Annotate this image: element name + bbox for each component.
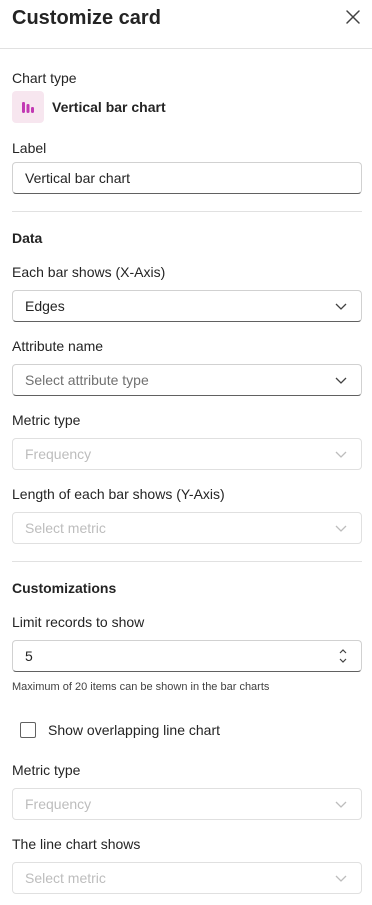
metric-type-value: Frequency <box>25 446 92 462</box>
spin-buttons[interactable] <box>337 642 349 670</box>
chevron-down-icon <box>335 525 347 532</box>
chevron-down-icon[interactable] <box>338 656 348 666</box>
metric-type-dropdown[interactable]: Frequency <box>12 438 362 470</box>
chart-type-label: Chart type <box>12 70 77 86</box>
chart-type-value: Vertical bar chart <box>52 99 166 115</box>
line-chart-metric-dropdown[interactable]: Select metric <box>12 862 362 894</box>
limit-records-spinbutton[interactable]: 5 <box>12 640 362 672</box>
header-divider <box>0 48 372 49</box>
line-chart-metric-placeholder: Select metric <box>25 870 106 886</box>
chevron-down-icon <box>335 377 347 384</box>
line-chart-shows-label: The line chart shows <box>12 836 141 852</box>
chevron-down-icon <box>335 801 347 808</box>
divider <box>12 211 362 212</box>
attribute-name-dropdown[interactable]: Select attribute type <box>12 364 362 396</box>
overlap-line-chart-label[interactable]: Show overlapping line chart <box>48 722 220 738</box>
limit-records-label: Limit records to show <box>12 614 145 630</box>
label-input[interactable]: Vertical bar chart <box>12 162 362 194</box>
metric-type-label: Metric type <box>12 412 81 428</box>
limit-records-help-text: Maximum of 20 items can be shown in the … <box>12 681 270 693</box>
limit-records-value: 5 <box>25 648 33 664</box>
x-axis-dropdown[interactable]: Edges <box>12 290 362 322</box>
line-metric-type-dropdown[interactable]: Frequency <box>12 788 362 820</box>
panel-header: Customize card <box>0 0 372 48</box>
vertical-bar-chart-icon <box>12 91 44 123</box>
chevron-down-icon <box>335 451 347 458</box>
y-axis-dropdown[interactable]: Select metric <box>12 512 362 544</box>
close-icon <box>346 10 360 24</box>
chevron-up-icon[interactable] <box>338 646 348 656</box>
label-input-value: Vertical bar chart <box>25 170 131 186</box>
y-axis-label: Length of each bar shows (Y-Axis) <box>12 486 225 502</box>
y-axis-placeholder: Select metric <box>25 520 106 536</box>
x-axis-label: Each bar shows (X-Axis) <box>12 264 166 280</box>
label-field-label: Label <box>12 140 47 156</box>
chevron-down-icon <box>335 303 347 310</box>
panel-title: Customize card <box>12 7 161 29</box>
customizations-section-title: Customizations <box>12 580 117 596</box>
attribute-name-label: Attribute name <box>12 338 104 354</box>
overlap-line-chart-option[interactable]: Show overlapping line chart <box>20 720 220 740</box>
overlap-line-chart-checkbox[interactable] <box>20 722 36 738</box>
line-metric-type-label: Metric type <box>12 762 81 778</box>
data-section-title: Data <box>12 230 43 246</box>
chevron-down-icon <box>335 875 347 882</box>
x-axis-value: Edges <box>25 298 65 314</box>
line-metric-type-value: Frequency <box>25 796 92 812</box>
close-button[interactable] <box>342 6 364 28</box>
chart-type-display: Vertical bar chart <box>12 91 166 123</box>
divider <box>12 561 362 562</box>
attribute-name-placeholder: Select attribute type <box>25 372 149 388</box>
